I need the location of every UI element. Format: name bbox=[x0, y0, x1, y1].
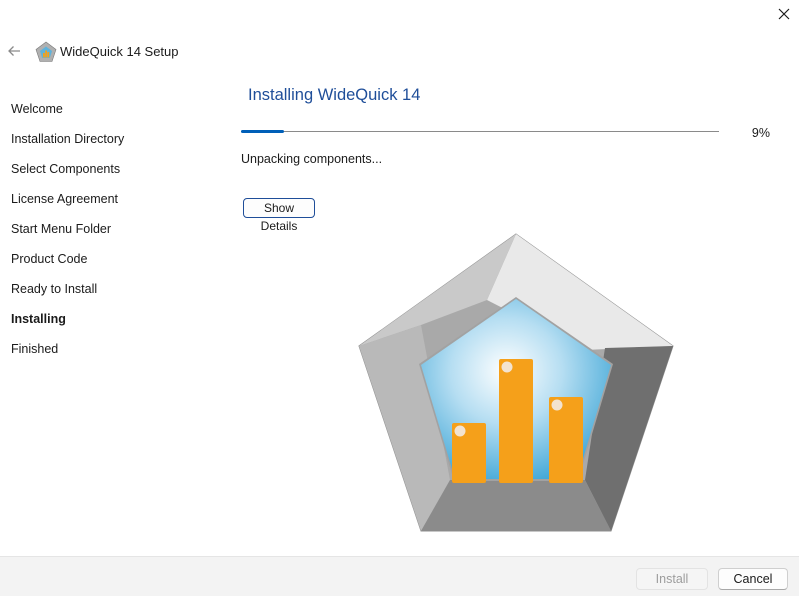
status-text: Unpacking components... bbox=[241, 152, 383, 166]
step-installing: Installing bbox=[11, 312, 66, 326]
step-ready-to-install: Ready to Install bbox=[11, 282, 98, 296]
progress-bar-fill bbox=[241, 130, 285, 133]
progress-percent: 9% bbox=[751, 126, 770, 140]
window-title: WideQuick 14 Setup bbox=[60, 44, 179, 59]
progress-bar bbox=[241, 130, 719, 133]
step-finished: Finished bbox=[11, 342, 59, 356]
install-button[interactable]: Install bbox=[636, 568, 708, 590]
close-icon bbox=[778, 8, 790, 20]
back-button[interactable] bbox=[4, 40, 24, 62]
step-start-menu-folder: Start Menu Folder bbox=[11, 222, 112, 236]
step-select-components: Select Components bbox=[11, 162, 121, 176]
back-arrow-icon bbox=[8, 46, 20, 56]
close-button[interactable] bbox=[770, 2, 798, 26]
page-title: Installing WideQuick 14 bbox=[248, 86, 421, 104]
widequick-logo-icon bbox=[358, 233, 674, 532]
step-license-agreement: License Agreement bbox=[11, 192, 119, 206]
show-details-button[interactable]: Show Details bbox=[243, 198, 315, 233]
step-product-code: Product Code bbox=[11, 252, 88, 266]
step-list: Welcome Installation Directory Select Co… bbox=[11, 94, 124, 364]
step-installation-directory: Installation Directory bbox=[11, 132, 125, 146]
cancel-button[interactable]: Cancel bbox=[718, 568, 788, 590]
step-welcome: Welcome bbox=[11, 102, 63, 116]
footer-bar: Install Cancel bbox=[0, 556, 799, 596]
widequick-app-icon bbox=[35, 41, 57, 62]
